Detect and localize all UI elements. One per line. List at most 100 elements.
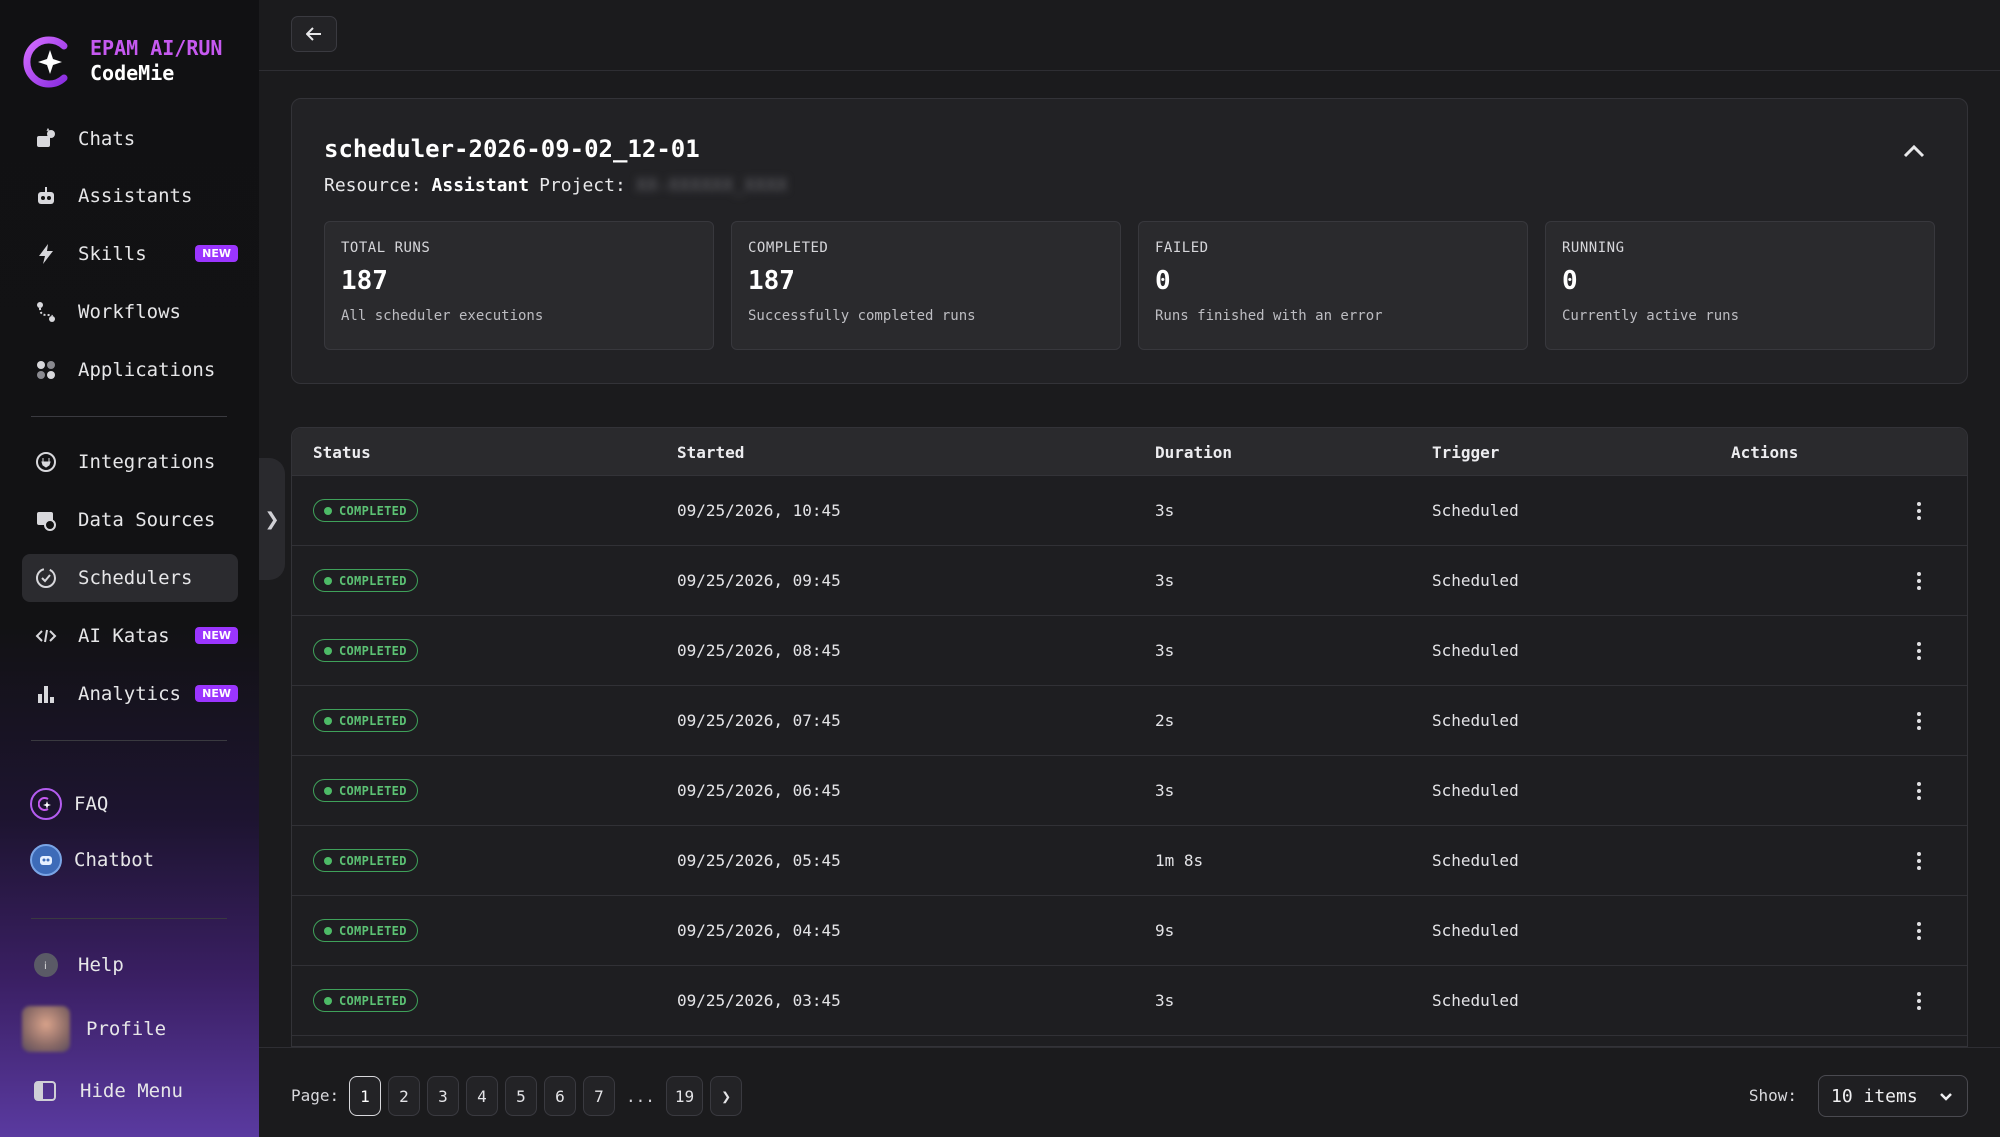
sidebar-toggle-icon	[34, 1081, 56, 1101]
project-label: Project:	[539, 175, 626, 196]
resource-label: Resource:	[324, 175, 422, 196]
sidebar-item-workflows[interactable]: Workflows	[22, 288, 238, 336]
brand-line1: EPAM AI/RUN	[90, 36, 223, 60]
duration-cell: 2s	[1155, 711, 1175, 730]
sidebar-item-assistants[interactable]: Assistants	[22, 172, 238, 220]
status-text: COMPLETED	[339, 923, 407, 938]
more-actions-icon[interactable]	[1909, 990, 1929, 1012]
sidebar-item-label: Integrations	[78, 451, 216, 473]
codemie-logo[interactable]	[22, 34, 72, 90]
duration-cell: 1m 8s	[1155, 851, 1204, 870]
page-button[interactable]: 1	[349, 1076, 381, 1116]
column-header-trigger[interactable]: Trigger	[1432, 443, 1499, 462]
sidebar-item-ai-katas[interactable]: AI Katas NEW	[22, 612, 238, 660]
more-actions-icon[interactable]	[1909, 780, 1929, 802]
chatbot-link[interactable]: Chatbot	[30, 842, 154, 878]
next-page-button[interactable]: ❯	[710, 1076, 743, 1116]
sidebar-item-applications[interactable]: Applications	[22, 346, 238, 394]
stat-value: 187	[748, 266, 795, 296]
started-cell: 09/25/2026, 09:45	[677, 571, 841, 590]
table-row[interactable]: COMPLETED 09/25/2026, 04:45 9s Scheduled	[292, 896, 1967, 966]
stat-title: RUNNING	[1562, 240, 1625, 256]
trigger-cell: Scheduled	[1432, 501, 1519, 520]
status-text: COMPLETED	[339, 503, 407, 518]
page-button[interactable]: 6	[544, 1076, 576, 1116]
sidebar-item-skills[interactable]: Skills NEW	[22, 230, 238, 278]
stat-total-runs: TOTAL RUNS 187 All scheduler executions	[324, 221, 714, 350]
more-actions-icon[interactable]	[1909, 850, 1929, 872]
page-size-select[interactable]: 10 items	[1818, 1075, 1968, 1117]
sidebar-item-data-sources[interactable]: Data Sources	[22, 496, 238, 544]
sidebar-item-chats[interactable]: Chats	[22, 115, 238, 163]
page-button[interactable]: 2	[388, 1076, 420, 1116]
more-actions-icon[interactable]	[1909, 500, 1929, 522]
workflow-icon	[32, 298, 60, 326]
profile-link[interactable]: Profile	[22, 1006, 166, 1052]
pagination-bar: Page: 1 2 3 4 5 6 7... 19 ❯ Show: 10 items	[259, 1047, 2000, 1137]
more-actions-icon[interactable]	[1909, 710, 1929, 732]
status-text: COMPLETED	[339, 573, 407, 588]
status-dot-icon	[324, 996, 332, 1005]
arrow-left-icon	[306, 27, 321, 41]
status-dot-icon	[324, 646, 332, 655]
faq-link[interactable]: FAQ	[30, 786, 108, 822]
table-row[interactable]: COMPLETED 09/25/2026, 08:45 3s Scheduled	[292, 616, 1967, 686]
sidebar-collapse-handle[interactable]: ❯	[259, 458, 285, 580]
page-label: Page:	[291, 1086, 340, 1105]
trigger-cell: Scheduled	[1432, 781, 1519, 800]
robot-icon	[32, 182, 60, 210]
chevron-up-icon	[1903, 144, 1925, 158]
table-row[interactable]: COMPLETED 09/25/2026, 10:45 3s Scheduled	[292, 476, 1967, 546]
sidebar-item-integrations[interactable]: Integrations	[22, 438, 238, 486]
status-text: COMPLETED	[339, 853, 407, 868]
page-button-last[interactable]: 19	[665, 1076, 704, 1116]
page-button[interactable]: 7	[583, 1076, 615, 1116]
table-row[interactable]: COMPLETED 09/25/2026, 09:45 3s Scheduled	[292, 546, 1967, 616]
status-dot-icon	[324, 856, 332, 865]
sidebar-item-analytics[interactable]: Analytics NEW	[22, 670, 238, 718]
status-dot-icon	[324, 506, 332, 515]
started-cell: 09/25/2026, 04:45	[677, 921, 841, 940]
duration-cell: 3s	[1155, 641, 1175, 660]
stat-failed: FAILED 0 Runs finished with an error	[1138, 221, 1528, 350]
stat-completed: COMPLETED 187 Successfully completed run…	[731, 221, 1121, 350]
sidebar-item-schedulers[interactable]: Schedulers	[22, 554, 238, 602]
show-label: Show:	[1748, 1086, 1797, 1105]
collapse-button[interactable]	[1903, 143, 1925, 162]
more-actions-icon[interactable]	[1909, 920, 1929, 942]
table-body: COMPLETED 09/25/2026, 10:45 3s Scheduled COM…	[292, 476, 1967, 1036]
chatbot-icon	[30, 844, 62, 876]
column-header-started[interactable]: Started	[677, 443, 744, 462]
hide-menu-button[interactable]: Hide Menu	[34, 1073, 183, 1109]
page-button[interactable]: 4	[466, 1076, 498, 1116]
back-button[interactable]	[291, 16, 337, 52]
status-dot-icon	[324, 576, 332, 585]
table-row[interactable]: COMPLETED 09/25/2026, 06:45 3s Scheduled	[292, 756, 1967, 826]
sidebar-item-label: Chats	[78, 128, 136, 150]
chevron-right-icon: ❯	[264, 508, 280, 530]
help-link[interactable]: i Help	[34, 947, 124, 983]
page-button[interactable]: 3	[427, 1076, 459, 1116]
svg-text:i: i	[44, 961, 47, 971]
status-text: COMPLETED	[339, 643, 407, 658]
new-badge: NEW	[195, 627, 238, 644]
stat-description: Successfully completed runs	[748, 308, 976, 324]
faq-label: FAQ	[74, 793, 109, 815]
table-row[interactable]: COMPLETED 09/25/2026, 03:45 3s Scheduled	[292, 966, 1967, 1036]
more-actions-icon[interactable]	[1909, 570, 1929, 592]
column-header-status[interactable]: Status	[313, 443, 371, 462]
table-row[interactable]: COMPLETED 09/25/2026, 07:45 2s Scheduled	[292, 686, 1967, 756]
table-row[interactable]: COMPLETED 09/25/2026, 05:45 1m 8s Scheduled	[292, 826, 1967, 896]
faq-icon	[30, 788, 62, 820]
sidebar-item-label: Analytics	[78, 683, 181, 705]
column-header-duration[interactable]: Duration	[1155, 443, 1232, 462]
duration-cell: 3s	[1155, 571, 1175, 590]
stat-description: Runs finished with an error	[1155, 308, 1383, 324]
started-cell: 09/25/2026, 08:45	[677, 641, 841, 660]
stat-description: All scheduler executions	[341, 308, 544, 324]
page-button[interactable]: 5	[505, 1076, 537, 1116]
sidebar-item-label: Workflows	[78, 301, 181, 323]
more-actions-icon[interactable]	[1909, 640, 1929, 662]
help-label: Help	[78, 954, 124, 976]
pagination-ellipsis: ...	[626, 1086, 655, 1106]
